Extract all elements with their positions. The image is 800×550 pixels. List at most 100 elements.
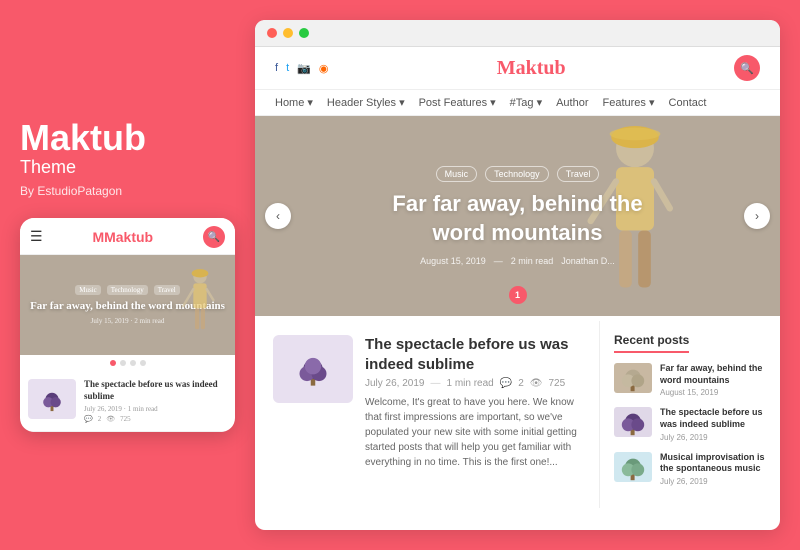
recent-post-3-content: Musical improvisation is the spontaneous… bbox=[660, 452, 766, 486]
nav-post-features[interactable]: Post Features ▾ bbox=[419, 96, 496, 109]
nav-author[interactable]: Author bbox=[556, 96, 588, 109]
nav-dot-1[interactable] bbox=[110, 360, 116, 366]
hero-slider: Music Technology Travel Far far away, be… bbox=[255, 116, 780, 316]
recent-post-3-date: July 26, 2019 bbox=[660, 477, 766, 486]
hero-tags: Music Technology Travel bbox=[436, 166, 600, 182]
mobile-hero-meta: July 15, 2019 · 2 min read bbox=[91, 317, 165, 325]
browser-dot-close[interactable] bbox=[267, 28, 277, 38]
browser-dot-minimize[interactable] bbox=[283, 28, 293, 38]
recent-post-2-content: The spectacle before us was indeed subli… bbox=[660, 407, 766, 441]
mobile-hero: Music Technology Travel Far far away, be… bbox=[20, 255, 235, 355]
hero-read-time: 2 min read bbox=[511, 256, 554, 266]
recent-thumb-3 bbox=[614, 452, 652, 482]
mobile-article-stats: 💬 2 👁 725 bbox=[84, 415, 227, 423]
article-meta: July 26, 2019 — 1 min read 💬 2 👁 725 bbox=[365, 378, 581, 389]
left-panel: Maktub Theme By EstudioPatagon ☰ MMaktub… bbox=[20, 118, 235, 433]
article-comments: 2 bbox=[518, 378, 524, 389]
mobile-top-bar: ☰ MMaktub 🔍 bbox=[20, 218, 235, 255]
mobile-comments-count: 2 bbox=[98, 415, 102, 423]
mobile-search-button[interactable]: 🔍 bbox=[203, 226, 225, 248]
brand-by: By EstudioPatagon bbox=[20, 184, 235, 198]
mobile-article-title: The spectacle before us was indeed subli… bbox=[84, 379, 227, 402]
hero-person-figure-mobile bbox=[175, 265, 225, 355]
mobile-views-count: 725 bbox=[120, 415, 131, 423]
recent-thumb-1 bbox=[614, 363, 652, 393]
recent-post-2-date: July 26, 2019 bbox=[660, 433, 766, 442]
recent-thumb-img-2 bbox=[617, 408, 649, 436]
mobile-article-content: The spectacle before us was indeed subli… bbox=[84, 379, 227, 423]
brand-title: Maktub bbox=[20, 118, 235, 158]
nav-tag[interactable]: #Tag ▾ bbox=[510, 96, 542, 109]
browser-content: f t 📷 ◉ Maktub 🔍 Home ▾ Header Styles ▾ … bbox=[255, 47, 780, 530]
hero-tag-music: Music bbox=[436, 166, 478, 182]
nav-home[interactable]: Home ▾ bbox=[275, 96, 313, 109]
sidebar-heading: Recent posts bbox=[614, 333, 689, 353]
browser-dot-maximize[interactable] bbox=[299, 28, 309, 38]
hero-meta: August 15, 2019 — 2 min read Jonathan D.… bbox=[420, 256, 615, 266]
article-title: The spectacle before us was indeed subli… bbox=[365, 335, 581, 374]
main-content: The spectacle before us was indeed subli… bbox=[255, 321, 780, 508]
rss-icon[interactable]: ◉ bbox=[319, 62, 329, 75]
hero-prev-button[interactable]: ‹ bbox=[265, 203, 291, 229]
tree-icon-mobile bbox=[41, 386, 63, 412]
article-area: The spectacle before us was indeed subli… bbox=[255, 321, 600, 508]
hero-title: Far far away, behind the word mountains bbox=[378, 190, 658, 247]
mobile-logo: MMaktub bbox=[92, 229, 153, 245]
article-meta-dot1: — bbox=[431, 378, 441, 389]
article-views-icon: 👁 bbox=[530, 378, 543, 389]
mobile-views-icon: 👁 bbox=[106, 415, 115, 423]
recent-post-2-title: The spectacle before us was indeed subli… bbox=[660, 407, 766, 430]
mobile-logo-accent: M bbox=[92, 229, 104, 245]
article-item: The spectacle before us was indeed subli… bbox=[273, 335, 581, 470]
mobile-logo-text: Maktub bbox=[104, 229, 153, 245]
recent-post-2: The spectacle before us was indeed subli… bbox=[614, 407, 766, 441]
mobile-tag-tech: Technology bbox=[107, 285, 148, 295]
hero-meta-separator: — bbox=[494, 256, 503, 266]
hero-date: August 15, 2019 bbox=[420, 256, 486, 266]
facebook-icon[interactable]: f bbox=[275, 62, 278, 75]
nav-dot-4[interactable] bbox=[140, 360, 146, 366]
article-date: July 26, 2019 bbox=[365, 378, 425, 389]
nav-contact[interactable]: Contact bbox=[669, 96, 707, 109]
site-logo: Maktub bbox=[497, 57, 566, 80]
browser-chrome bbox=[255, 20, 780, 47]
site-logo-accent: M bbox=[497, 57, 516, 79]
mobile-comments-icon: 💬 bbox=[84, 415, 93, 423]
mobile-article-item: The spectacle before us was indeed subli… bbox=[20, 371, 235, 432]
article-views: 725 bbox=[548, 378, 565, 389]
recent-thumb-2 bbox=[614, 407, 652, 437]
site-search-button[interactable]: 🔍 bbox=[734, 55, 760, 81]
recent-thumb-img-3 bbox=[617, 453, 649, 481]
recent-thumb-img-1 bbox=[617, 364, 649, 392]
instagram-icon[interactable]: 📷 bbox=[297, 62, 311, 75]
hero-content: Music Technology Travel Far far away, be… bbox=[255, 116, 780, 316]
article-excerpt: Welcome, It's great to have you here. We… bbox=[365, 395, 581, 470]
nav-dot-3[interactable] bbox=[130, 360, 136, 366]
hero-tag-tech: Technology bbox=[485, 166, 549, 182]
nav-header-styles[interactable]: Header Styles ▾ bbox=[327, 96, 405, 109]
article-read-time: 1 min read bbox=[447, 378, 494, 389]
nav-dot-2[interactable] bbox=[120, 360, 126, 366]
hero-author: Jonathan D... bbox=[561, 256, 615, 266]
hamburger-icon[interactable]: ☰ bbox=[30, 229, 43, 246]
site-header: f t 📷 ◉ Maktub 🔍 bbox=[255, 47, 780, 90]
recent-post-1-title: Far far away, behind the word mountains bbox=[660, 363, 766, 386]
hero-next-button[interactable]: › bbox=[744, 203, 770, 229]
article-body: The spectacle before us was indeed subli… bbox=[365, 335, 581, 470]
tree-icon-article bbox=[298, 352, 328, 387]
site-social-links: f t 📷 ◉ bbox=[275, 62, 328, 75]
recent-post-3-title: Musical improvisation is the spontaneous… bbox=[660, 452, 766, 475]
mobile-dots-nav bbox=[20, 355, 235, 371]
mobile-hero-tags: Music Technology Travel bbox=[75, 285, 179, 295]
nav-features[interactable]: Features ▾ bbox=[603, 96, 655, 109]
hero-tag-travel: Travel bbox=[557, 166, 600, 182]
app-wrapper: Maktub Theme By EstudioPatagon ☰ MMaktub… bbox=[0, 0, 800, 550]
site-nav: Home ▾ Header Styles ▾ Post Features ▾ #… bbox=[255, 90, 780, 116]
recent-post-1: Far far away, behind the word mountains … bbox=[614, 363, 766, 397]
recent-post-1-date: August 15, 2019 bbox=[660, 388, 766, 397]
mobile-tag-music: Music bbox=[75, 285, 101, 295]
mobile-article-thumbnail bbox=[28, 379, 76, 419]
twitter-icon[interactable]: t bbox=[286, 62, 289, 75]
article-thumbnail bbox=[273, 335, 353, 403]
mobile-mockup: ☰ MMaktub 🔍 Music bbox=[20, 218, 235, 432]
